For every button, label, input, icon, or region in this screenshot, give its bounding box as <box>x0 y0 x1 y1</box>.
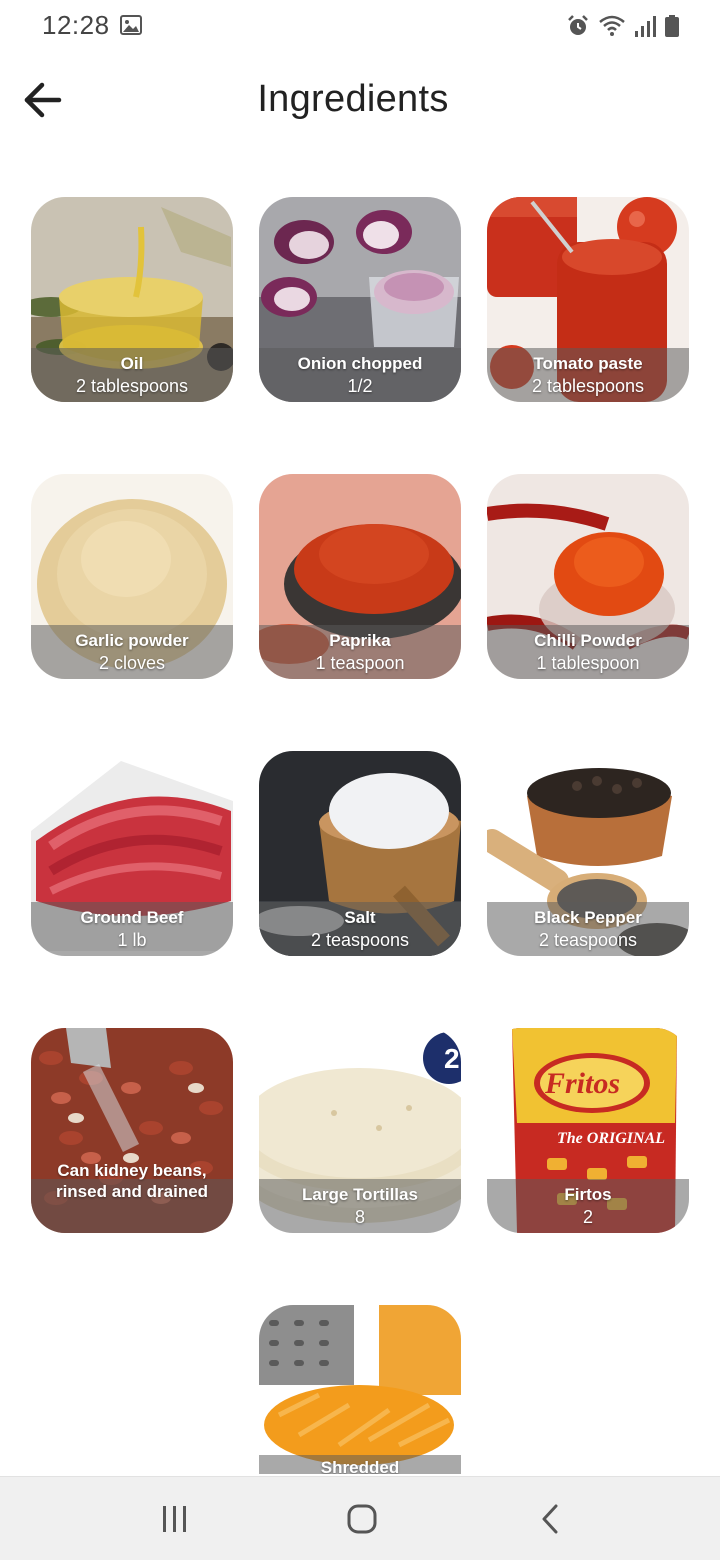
ingredient-label: Garlic powder 2 cloves <box>31 625 233 679</box>
ingredient-name: Black Pepper <box>534 907 642 927</box>
ingredient-quantity: 1 teaspoon <box>315 652 405 673</box>
ingredient-name: Large Tortillas <box>302 1184 418 1204</box>
svg-text:Fritos: Fritos <box>544 1067 620 1100</box>
ingredient-quantity: 2 teaspoons <box>310 929 410 950</box>
ingredient-card-onion[interactable]: Onion chopped 1/2 <box>259 197 461 402</box>
ingredient-label-text: Can kidney beans, rinsed and drained <box>31 1160 233 1202</box>
back-chevron-icon <box>542 1504 558 1534</box>
ingredient-quantity: 8 <box>354 1206 365 1227</box>
navigation-bar <box>0 1476 720 1560</box>
recents-icon <box>163 1506 186 1532</box>
ingredient-quantity: 2 cloves <box>98 652 166 673</box>
ingredient-name: Garlic powder <box>75 630 189 650</box>
ingredient-quantity: 2 teaspoons <box>538 929 638 950</box>
ingredient-name: Firtos <box>564 1184 612 1204</box>
ingredient-label: Chilli Powder 1 tablespoon <box>487 625 689 679</box>
svg-text:The ORIGINAL: The ORIGINAL <box>557 1130 665 1147</box>
ingredient-label: Shredded <box>259 1455 461 1474</box>
ingredient-label: Onion chopped 1/2 <box>259 348 461 402</box>
ingredient-card-black-pepper[interactable]: Black Pepper 2 teaspoons <box>487 751 689 956</box>
ingredient-card-ground-beef[interactable]: Ground Beef 1 lb <box>31 751 233 956</box>
ingredient-name: Can kidney beans, rinsed and drained <box>55 1161 209 1201</box>
ingredient-label: Firtos 2 <box>487 1179 689 1233</box>
ingredient-card-paprika[interactable]: Paprika 1 teaspoon <box>259 474 461 679</box>
ingredient-card-shredded[interactable]: Shredded <box>259 1305 461 1474</box>
ingredient-name: Onion chopped <box>297 353 423 373</box>
ingredients-grid: Oil 2 tablespoons Onion chopped 1/2 Toma… <box>0 0 720 1474</box>
ingredient-label: Paprika 1 teaspoon <box>259 625 461 679</box>
ingredient-card-chilli-powder[interactable]: Chilli Powder 1 tablespoon <box>487 474 689 679</box>
ingredient-name: Chilli Powder <box>534 630 642 650</box>
ingredient-quantity: 1 tablespoon <box>536 652 640 673</box>
ingredient-label: Tomato paste 2 tablespoons <box>487 348 689 402</box>
ingredient-name: Ground Beef <box>80 907 184 927</box>
home-icon <box>347 1504 377 1534</box>
svg-text:2: 2 <box>444 1043 460 1074</box>
ingredient-card-salt[interactable]: Salt 2 teaspoons <box>259 751 461 956</box>
ingredient-card-tomato-paste[interactable]: Tomato paste 2 tablespoons <box>487 197 689 402</box>
ingredient-quantity: 2 <box>582 1206 593 1227</box>
ingredient-label: Black Pepper 2 teaspoons <box>487 902 689 956</box>
ingredient-card-fritos[interactable]: Fritos The ORIGINAL Firtos 2 <box>487 1028 689 1233</box>
ingredient-quantity: 1 lb <box>117 929 147 950</box>
home-button[interactable] <box>332 1495 392 1543</box>
ingredient-label: Large Tortillas 8 <box>259 1179 461 1233</box>
ingredient-name: Oil <box>120 353 144 373</box>
ingredient-name: Paprika <box>329 630 391 650</box>
ingredient-name: Tomato paste <box>533 353 643 373</box>
nav-back-button[interactable] <box>520 1495 580 1543</box>
ingredient-label: Ground Beef 1 lb <box>31 902 233 956</box>
ingredient-card-garlic-powder[interactable]: Garlic powder 2 cloves <box>31 474 233 679</box>
ingredient-label: Salt 2 teaspoons <box>259 902 461 956</box>
ingredient-name: Shredded <box>320 1458 400 1474</box>
recents-button[interactable] <box>145 1495 205 1543</box>
ingredient-quantity: 2 tablespoons <box>75 375 189 396</box>
ingredient-card-kidney-beans[interactable]: Can kidney beans, rinsed and drained <box>31 1028 233 1233</box>
ingredient-name: Salt <box>344 907 376 927</box>
ingredient-quantity: 2 tablespoons <box>531 375 645 396</box>
ingredient-card-tortillas[interactable]: 2 Large Tortillas 8 <box>259 1028 461 1233</box>
ingredient-quantity: 1/2 <box>347 375 373 396</box>
shredded-cheese-image <box>259 1305 461 1474</box>
ingredient-card-oil[interactable]: Oil 2 tablespoons <box>31 197 233 402</box>
ingredient-label: Oil 2 tablespoons <box>31 348 233 402</box>
